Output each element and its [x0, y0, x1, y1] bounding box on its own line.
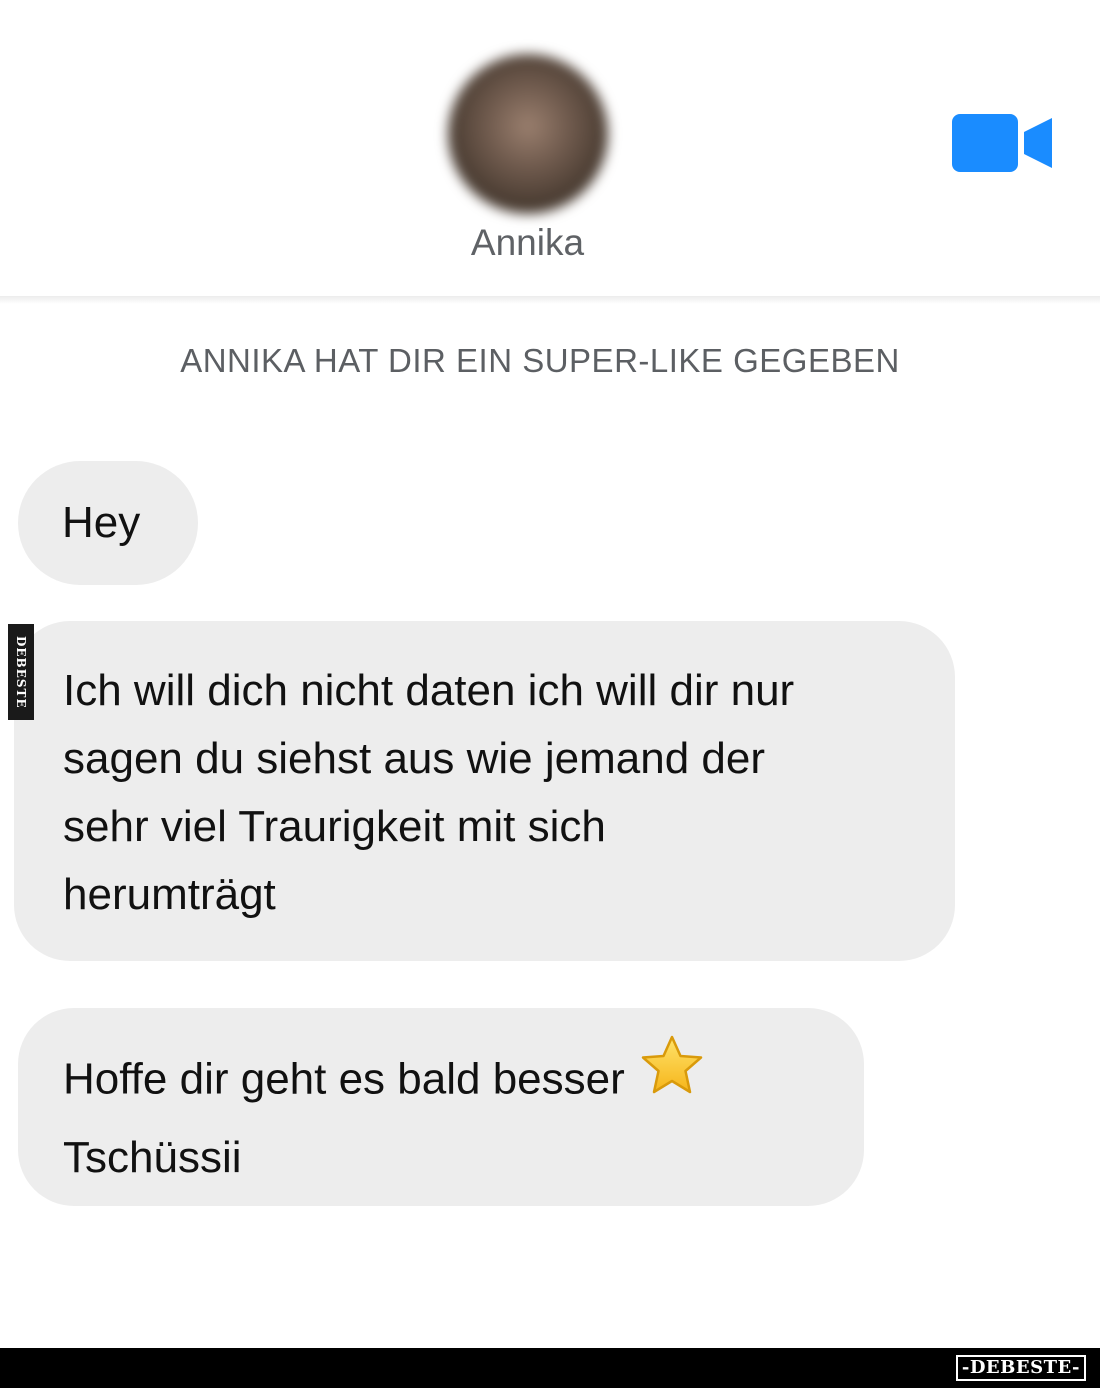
video-call-button[interactable]	[950, 110, 1054, 176]
message-text: Hey	[62, 498, 141, 547]
watermark-footer: -DEBESTE-	[955, 1355, 1086, 1381]
message-bubble[interactable]: Ich will dich nicht daten ich will dir n…	[14, 621, 955, 961]
message-text: Tschüssii	[63, 1133, 242, 1182]
message-text: Hoffe dir geht es bald besser	[63, 1054, 625, 1104]
chat-header: Annika	[0, 0, 1100, 296]
message-text: sagen du siehst aus wie jemand der	[63, 734, 765, 783]
message-text: sehr viel Traurigkeit mit sich	[63, 802, 606, 851]
message-text: Ich will dich nicht daten ich will dir n…	[63, 666, 795, 715]
star-emoji-icon	[639, 1034, 705, 1118]
super-like-notice: ANNIKA HAT DIR EIN SUPER-LIKE GEGEBEN	[180, 342, 900, 379]
watermark-side: DEBESTE	[8, 624, 34, 720]
contact-name[interactable]: Annika	[0, 222, 1055, 264]
header-divider	[0, 296, 1100, 304]
message-text: herumträgt	[63, 870, 276, 919]
message-bubble[interactable]: Hoffe dir geht es bald besser Tschüssii	[18, 1008, 864, 1206]
message-bubble[interactable]: Hey	[18, 461, 198, 585]
video-camera-icon	[952, 114, 1052, 172]
avatar[interactable]	[448, 54, 608, 214]
footer-bar: -DEBESTE-	[0, 1348, 1100, 1388]
